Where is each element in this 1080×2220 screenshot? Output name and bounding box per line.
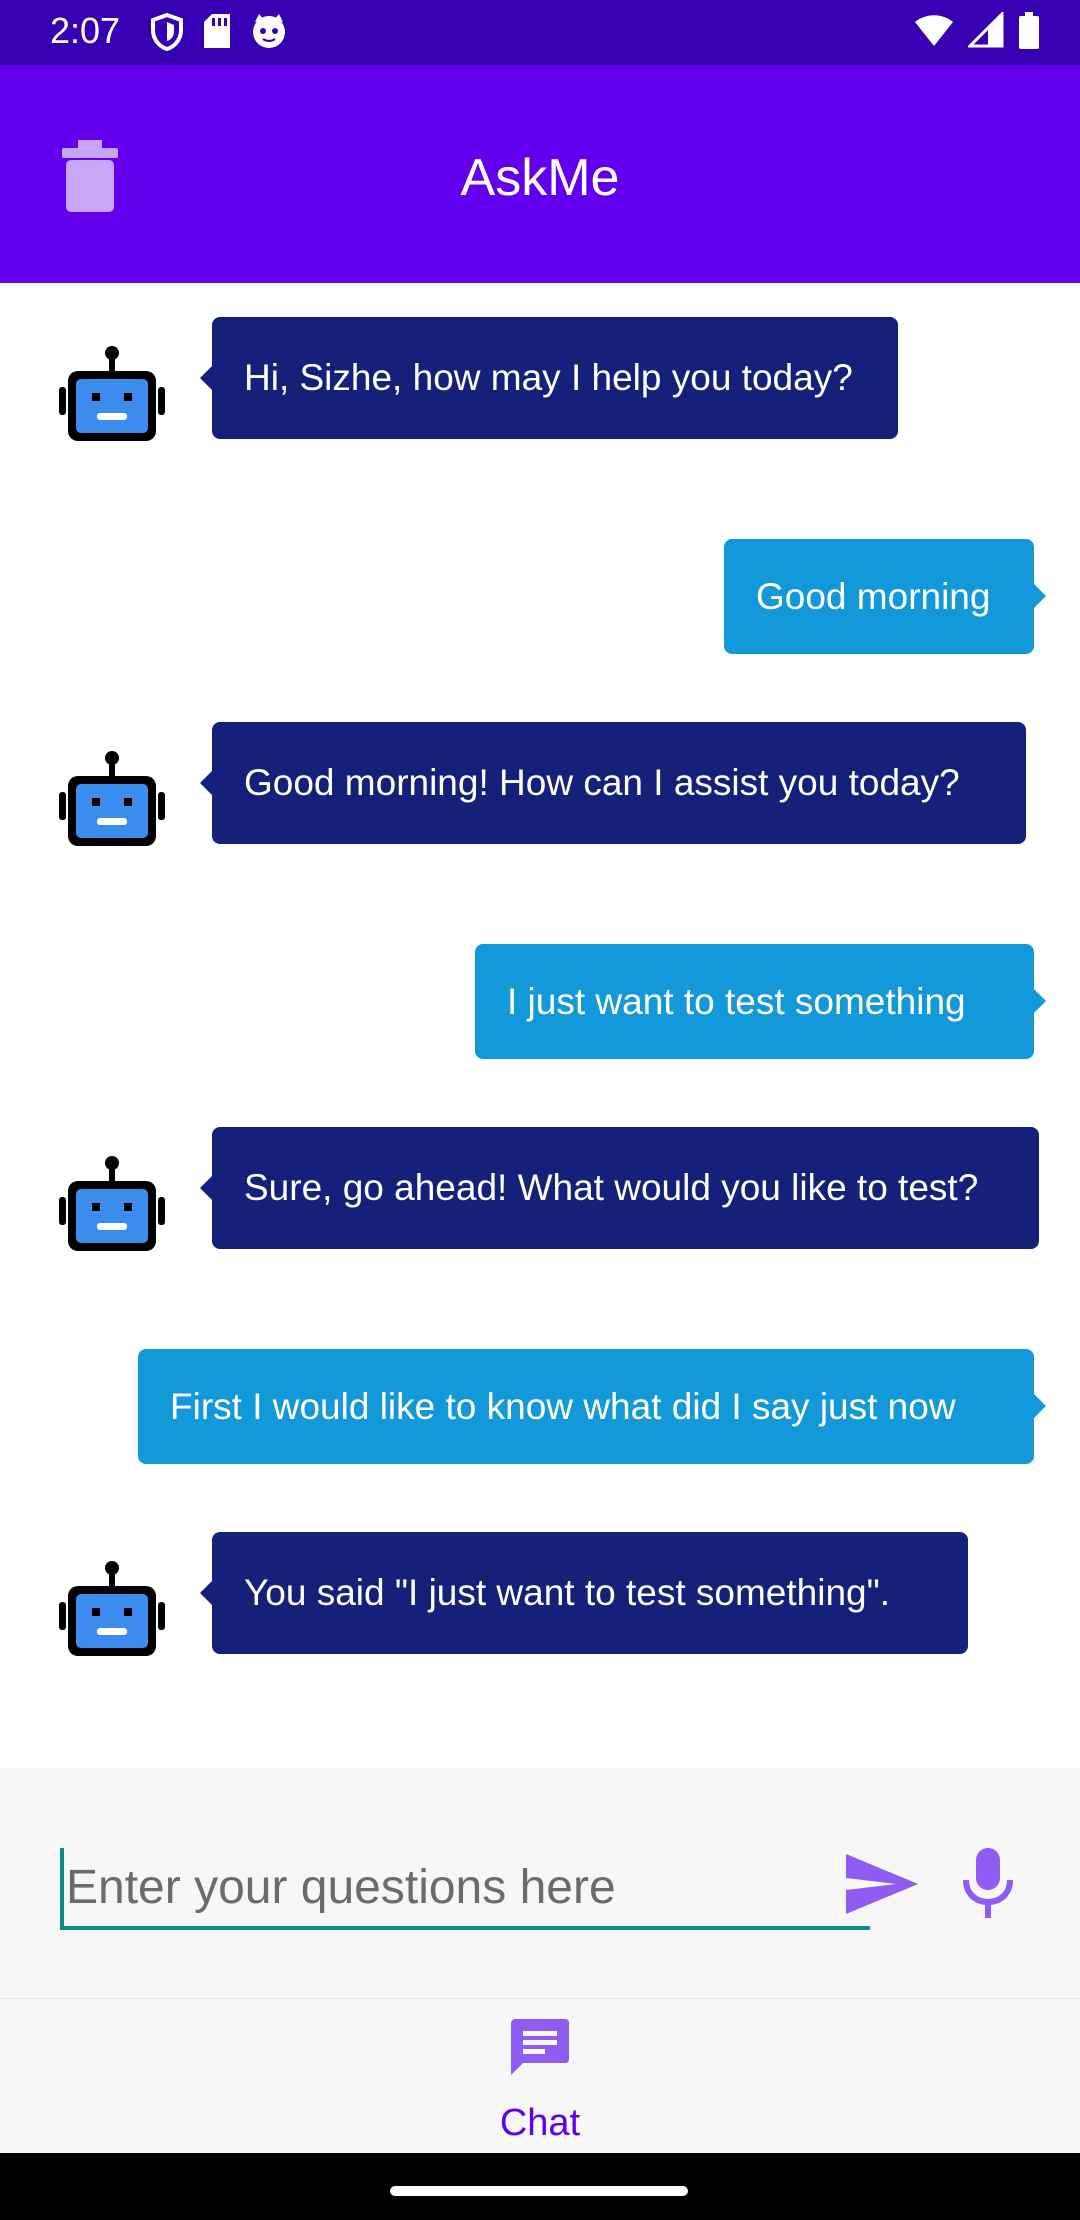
status-icons-left — [150, 12, 288, 52]
robot-avatar-icon — [59, 1156, 165, 1251]
shield-icon — [151, 12, 183, 52]
robot-avatar-icon — [59, 751, 165, 846]
user-message-bubble[interactable]: Good morning — [724, 539, 1046, 654]
bot-message-bubble[interactable]: You said "I just want to test something"… — [200, 1532, 968, 1654]
battery-icon — [1019, 12, 1039, 49]
status-time: 2:07 — [50, 10, 121, 51]
microphone-icon[interactable] — [962, 1848, 1014, 1918]
send-icon[interactable] — [844, 1852, 920, 1916]
android-cat-icon — [253, 14, 285, 48]
app-title: AskMe — [460, 149, 620, 207]
robot-avatar-icon — [59, 1561, 165, 1656]
nav-item-chat[interactable]: Chat — [480, 2017, 600, 2147]
cell-signal-icon — [968, 12, 1004, 48]
sd-card-icon — [204, 14, 230, 48]
user-message-bubble[interactable]: I just want to test something — [475, 944, 1046, 1059]
home-gesture-handle[interactable] — [390, 2186, 688, 2196]
bot-message-bubble[interactable]: Good morning! How can I assist you today… — [200, 722, 1026, 844]
nav-item-label: Chat — [499, 2102, 581, 2144]
gesture-nav-bar — [0, 2153, 1080, 2220]
bot-message-bubble[interactable]: Hi, Sizhe, how may I help you today? — [200, 317, 898, 439]
bot-message-bubble[interactable]: Sure, go ahead! What would you like to t… — [200, 1127, 1039, 1249]
status-bar: 2:07 — [0, 0, 1080, 65]
bottom-nav: Chat — [0, 1998, 1080, 2154]
robot-avatar-icon — [59, 346, 165, 441]
user-message-bubble[interactable]: First I would like to know what did I sa… — [138, 1349, 1046, 1464]
app-bar: AskMe — [0, 65, 1080, 283]
question-input[interactable] — [60, 1848, 870, 1930]
status-icons-right — [914, 12, 1040, 50]
wifi-icon — [915, 15, 953, 46]
input-area — [0, 1768, 1080, 1998]
chat-area[interactable]: Hi, Sizhe, how may I help you today? Goo… — [0, 283, 1080, 1768]
chat-icon — [511, 2019, 569, 2075]
